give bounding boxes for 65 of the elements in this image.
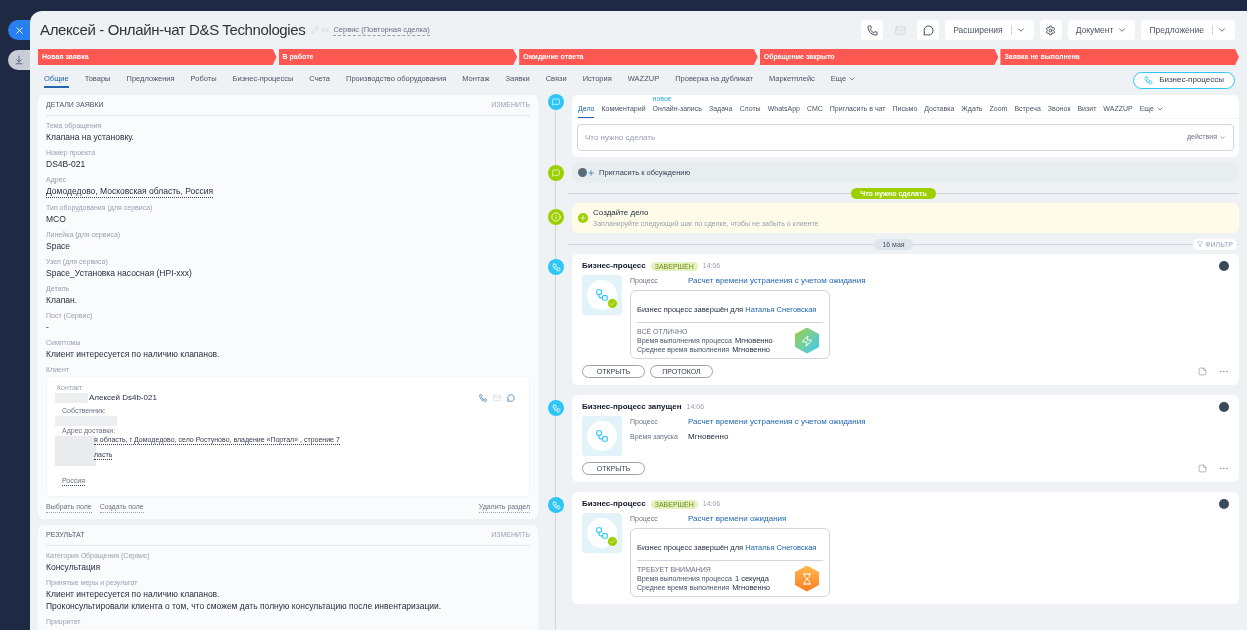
add-icon	[578, 213, 588, 223]
process-link[interactable]: Расчет времени устранения с учетом ожидания	[688, 416, 866, 428]
field-value[interactable]: Домодедово, Московская область, Россия	[46, 184, 214, 198]
note-icon	[1198, 464, 1207, 473]
chat-icon	[922, 24, 934, 36]
filter-icon	[1197, 241, 1204, 247]
note-icon	[1198, 367, 1207, 376]
split-button[interactable]: Расширения	[945, 20, 1034, 40]
chat-button[interactable]	[917, 20, 940, 40]
process-marker-icon	[548, 259, 564, 275]
field-value: Мгновенно	[688, 431, 729, 443]
caret-icon	[1219, 134, 1226, 141]
phone-button[interactable]	[861, 20, 884, 40]
process-link[interactable]: Расчет времени устранения с учетом ожидания	[688, 275, 866, 287]
caret-icon	[848, 75, 857, 83]
window-title: Алексей - Онлайн-чат D&S Technologies	[40, 19, 306, 40]
avatar-plus-icon	[578, 168, 595, 177]
caret-icon	[1015, 25, 1026, 35]
activity-marker-icon	[548, 94, 564, 110]
process-icon	[582, 513, 622, 553]
phone-icon	[479, 393, 487, 402]
field-value: Клиент интересуется по наличию клапанов. Проконсультировали клиента о том, что сможем дать полную консультацию после инвентаризации.	[46, 587, 443, 612]
event-title: Бизнес-процесс	[582, 498, 646, 510]
comment-marker-icon	[548, 164, 564, 181]
process-marker-icon	[548, 400, 564, 416]
field-value: DS4B-021	[46, 157, 87, 170]
event-title: Бизнес-процесс	[582, 260, 646, 272]
business-process-button[interactable]: Бизнес-процессы	[1133, 71, 1235, 89]
info-marker-icon	[548, 209, 564, 225]
download-icon	[14, 55, 24, 65]
redacted-block	[55, 435, 96, 466]
event-title: Бизнес-процесс запущен	[582, 401, 682, 413]
process-link[interactable]: Расчет времени ожидания	[688, 513, 787, 525]
split-button[interactable]: Предложение	[1141, 20, 1235, 40]
field-value: Клапан.	[46, 293, 79, 306]
close-button[interactable]	[8, 20, 30, 40]
field-value: Space_Установка насосная (HPI-xxx)	[46, 266, 193, 279]
process-marker-icon	[548, 497, 564, 513]
user-avatar-icon	[1219, 499, 1229, 509]
field-value: Клапана на установку.	[46, 130, 135, 143]
contact-name[interactable]: Алексей Ds4b-021	[89, 391, 157, 404]
chat-icon	[507, 393, 515, 402]
menu-button[interactable]: Документ	[1067, 20, 1136, 40]
settings-button[interactable]	[1039, 20, 1062, 40]
caret-icon	[1217, 25, 1227, 35]
create-task-title: Создайте дело	[593, 206, 650, 219]
mail-icon	[894, 24, 906, 36]
process-icon	[1144, 75, 1154, 85]
field-value: MCO	[46, 212, 67, 225]
lightning-icon	[795, 327, 819, 354]
user-avatar-icon	[1219, 402, 1229, 412]
settings-icon	[1045, 24, 1057, 36]
caret-icon	[1117, 25, 1128, 35]
phone-icon	[866, 24, 878, 36]
user-avatar-icon	[1219, 261, 1229, 271]
field-value: -	[46, 320, 50, 333]
process-icon	[582, 275, 622, 315]
hourglass-icon	[795, 565, 819, 592]
process-icon	[582, 416, 622, 456]
field-value: Консультация	[46, 560, 102, 573]
close-icon	[13, 24, 25, 36]
field-value: Space	[46, 239, 72, 252]
mail-icon	[493, 393, 501, 402]
minimize-button[interactable]	[8, 50, 30, 70]
field-value: Клиент интересуется по наличию клапанов.	[46, 347, 221, 360]
